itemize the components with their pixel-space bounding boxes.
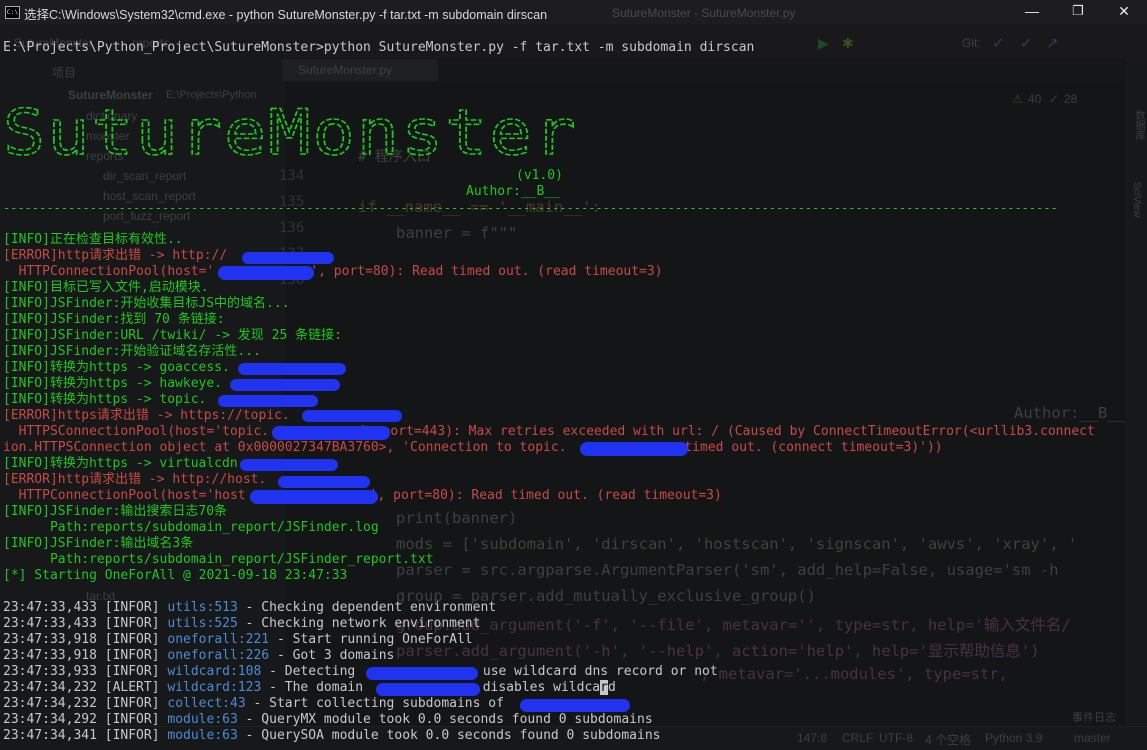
- oneforall-log-row: 23:47:34,292 [INFOR] module:63 - QueryMX…: [3, 712, 653, 727]
- oneforall-start-line: [*] Starting OneForAll @ 2021-09-18 23:4…: [3, 568, 348, 583]
- text-cursor: r: [600, 680, 608, 695]
- status-indent[interactable]: 4 个空格: [925, 731, 971, 748]
- redaction-mark: [240, 459, 338, 471]
- error-detail-part: ', port=443): Max retries exceeded with …: [359, 424, 1095, 439]
- oneforall-log-row: 23:47:34,341 [INFOR] module:63 - QuerySO…: [3, 728, 661, 743]
- project-label: 项目: [52, 66, 77, 80]
- event-log-link[interactable]: 事件日志: [1072, 709, 1116, 725]
- error-detail-part: HTTPConnectionPool(host=': [3, 264, 215, 279]
- cmd-app-icon: C:\: [5, 6, 20, 19]
- log-line: [INFO]转换为https -> goaccess.: [3, 360, 230, 375]
- inspection-warning-count[interactable]: 40: [1028, 92, 1041, 106]
- command-prompt-line: E:\Projects\Python_Project\SutureMonster…: [3, 40, 755, 55]
- redaction-mark: [242, 252, 334, 264]
- warning-icon[interactable]: ⚠: [1012, 92, 1023, 106]
- log-line: [INFO]JSFinder:开始验证域名存活性...: [3, 344, 261, 359]
- redaction-mark: [218, 395, 318, 407]
- log-line: [INFO]转换为https -> topic.: [3, 392, 207, 407]
- redaction-mark: [230, 379, 340, 391]
- svg-text:SutureMonster: SutureMonster: [3, 96, 578, 169]
- redaction-mark: [376, 683, 480, 696]
- error-detail-part: ', port=80): Read timed out. (read timeo…: [310, 264, 663, 279]
- redaction-mark: [580, 442, 688, 456]
- redaction-mark: [302, 410, 402, 422]
- log-line: [INFO]目标已写入文件,启动模块.: [3, 280, 209, 295]
- right-tool-strip: 数据库 SciView: [1125, 62, 1147, 726]
- code-line: parser.add_argument('-h', '--help', acti…: [396, 642, 1040, 660]
- log-line: [INFO]转换为https -> hawkeye.: [3, 376, 223, 391]
- status-position[interactable]: 147:8: [797, 731, 827, 745]
- window-title: 选择C:\Windows\System32\cmd.exe - python S…: [24, 8, 548, 22]
- redaction-mark: [218, 266, 314, 280]
- status-encoding[interactable]: UTF-8: [879, 731, 913, 745]
- status-interpreter[interactable]: Python 3.9: [985, 731, 1042, 745]
- error-detail-part: HTTPSConnectionPool(host='topic.: [3, 424, 270, 439]
- code-line: , metavar='...modules', type=str,: [700, 665, 1008, 683]
- code-line: print(banner): [396, 509, 518, 527]
- close-button[interactable]: ✕: [1101, 0, 1147, 24]
- oneforall-log-row: 23:47:34,232 [ALERT] wildcard:123 - The …: [3, 680, 616, 695]
- redaction-mark: [238, 363, 346, 375]
- status-line-ending[interactable]: CRLF: [842, 731, 873, 745]
- code-line: mods = ['subdomain', 'dirscan', 'hostsca…: [396, 535, 1078, 553]
- error-detail-part: HTTPConnectionPool(host='host: [3, 488, 246, 503]
- error-detail-part: ion.HTTPSConnection object at 0x00000273…: [3, 440, 567, 455]
- suturemonster-ascii-logo: SutureMonster: [3, 95, 578, 170]
- banner-separator: ----------------------------------------…: [3, 201, 1058, 215]
- redaction-mark: [520, 699, 630, 712]
- redaction-mark: [272, 426, 390, 440]
- window-titlebar[interactable]: C:\ 选择C:\Windows\System32\cmd.exe - pyth…: [0, 0, 1147, 24]
- error-line: [ERROR]http请求出错 -> http://host.: [3, 472, 267, 487]
- code-line: banner = f""": [396, 224, 518, 242]
- oneforall-log-row: 23:47:34,232 [INFOR] collect:43 - Start …: [3, 696, 512, 711]
- oneforall-log-row: 23:47:33,933 [INFOR] wildcard:108 - Dete…: [3, 664, 718, 679]
- vcs-push-icon[interactable]: ↗: [1046, 34, 1059, 52]
- log-line: Path:reports/subdomain_report/JSFinder.l…: [3, 520, 379, 535]
- run-icon[interactable]: ▶: [818, 35, 829, 52]
- log-line: [INFO]JSFinder:输出域名3条: [3, 536, 194, 551]
- log-line: [INFO]JSFinder:找到 70 条链接:: [3, 312, 225, 327]
- minimize-button[interactable]: —: [1009, 0, 1055, 24]
- error-detail-line: ion.HTTPSConnection object at 0x00000273…: [3, 440, 943, 456]
- code-line: group.add_argument('-f', '--file', metav…: [396, 616, 1071, 634]
- redaction-mark: [366, 667, 478, 680]
- error-line: [ERROR]https请求出错 -> https://topic.: [3, 408, 290, 423]
- ide-window-title-behind: SutureMonster - SutureMonster.py: [612, 6, 796, 20]
- redaction-mark: [250, 490, 378, 504]
- redaction-mark: [278, 476, 370, 488]
- editor-tab[interactable]: SutureMonster.py: [282, 59, 438, 81]
- inspection-ok-count[interactable]: 28: [1064, 92, 1077, 106]
- ok-icon[interactable]: ✓: [1049, 92, 1059, 106]
- log-line: [INFO]JSFinder:URL /twiki/ -> 发现 25 条链接:: [3, 328, 342, 343]
- error-detail-line: HTTPConnectionPool(host=' ', port=80): Re…: [3, 264, 663, 280]
- log-line: [INFO]JSFinder:输出搜索日志70条: [3, 504, 228, 519]
- status-branch[interactable]: master: [1074, 731, 1111, 745]
- vcs-label: Git:: [962, 36, 981, 50]
- code-line: Author:__B__: [1014, 404, 1126, 422]
- oneforall-log-row: 23:47:33,433 [INFOR] utils:525 - Checkin…: [3, 616, 481, 631]
- vcs-update-icon[interactable]: ✓: [992, 34, 1005, 52]
- log-line: [INFO]正在检查目标有效性..: [3, 232, 183, 247]
- log-line: [INFO]转换为https -> virtualcdn.: [3, 456, 246, 471]
- oneforall-log-row: 23:47:33,433 [INFOR] utils:513 - Checkin…: [3, 600, 497, 615]
- database-tool-tab[interactable]: 数据库: [1131, 110, 1146, 140]
- debug-icon[interactable]: ✱: [842, 35, 854, 52]
- banner-author: Author:__B__: [466, 184, 560, 199]
- oneforall-log-row: 23:47:33,918 [INFOR] oneforall:226 - Got…: [3, 648, 395, 663]
- line-number: 136: [279, 220, 305, 236]
- banner-version: (v1.0): [516, 168, 563, 183]
- code-line: parser = src.argparse.ArgumentParser('sm…: [396, 561, 1059, 579]
- log-line: [INFO]JSFinder:开始收集目标JS中的域名...: [3, 296, 290, 311]
- log-line: Path:reports/subdomain_report/JSFinder_r…: [3, 552, 434, 567]
- error-line: [ERROR]http请求出错 -> http://: [3, 248, 228, 263]
- error-detail-part: timed out. (connect timeout=3)')): [676, 440, 943, 455]
- oneforall-log-row: 23:47:33,918 [INFOR] oneforall:221 - Sta…: [3, 632, 473, 647]
- error-detail-line: HTTPSConnectionPool(host='topic. ', port=…: [3, 424, 1095, 440]
- error-detail-part: ', port=80): Read timed out. (read timeo…: [369, 488, 722, 503]
- maximize-button[interactable]: ❐: [1055, 0, 1101, 24]
- vcs-commit-icon[interactable]: ✓: [1020, 34, 1033, 52]
